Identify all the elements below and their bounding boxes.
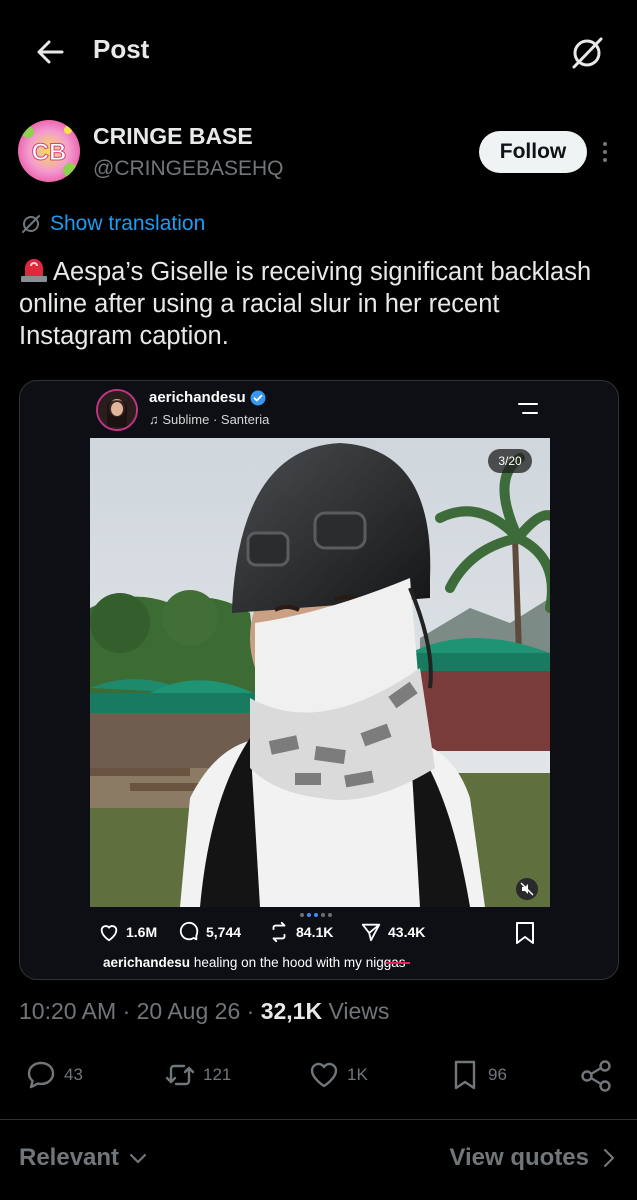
relevant-label: Relevant: [19, 1144, 120, 1171]
chevron-right-icon: [603, 1148, 615, 1168]
ig-likes: 1.6M: [98, 921, 157, 943]
ig-reposts: 84.1K: [268, 921, 333, 943]
bookmark-icon: [454, 1060, 476, 1090]
ig-username-text: aerichandesu: [149, 389, 246, 406]
ig-shares-count: 43.4K: [388, 924, 426, 940]
share-icon[interactable]: [578, 1058, 614, 1094]
ig-photo: 3/20: [90, 438, 550, 907]
author-row: CB CRINGE BASE @CRINGEBASEHQ Follow: [0, 110, 637, 200]
ig-caption-text: healing on the hood with my: [193, 955, 362, 970]
back-arrow-icon[interactable]: [34, 36, 66, 68]
views-count[interactable]: 32,1K: [261, 998, 322, 1024]
siren-emoji-icon: [21, 259, 47, 282]
translate-icon: [22, 215, 40, 233]
ig-comments: 5,744: [178, 921, 241, 943]
post-time: 10:20 AM: [19, 998, 117, 1024]
ig-caption-user: aerichandesu: [103, 955, 191, 970]
repost-button[interactable]: 121: [163, 1058, 231, 1092]
post-meta: 10:20 AM · 20 Aug 26 · 32,1K Views: [19, 998, 390, 1024]
ig-comment-icon: [179, 921, 199, 941]
avatar-logo-text: CB: [32, 139, 67, 166]
sort-relevant-dropdown[interactable]: Relevant: [19, 1144, 147, 1172]
ig-shares: 43.4K: [360, 921, 425, 943]
reply-icon: [27, 1061, 55, 1089]
reply-count: 43: [64, 1065, 83, 1084]
ig-caption: aerichandesu healing on the hood with my…: [103, 955, 406, 970]
follow-button[interactable]: Follow: [479, 131, 587, 173]
heart-icon: [310, 1062, 338, 1088]
tweet-body: Aespa’s Giselle is receiving significant…: [19, 258, 592, 350]
chevron-down-icon: [129, 1153, 147, 1164]
ig-send-icon: [361, 923, 381, 942]
ig-caption-redacted-word: niggas: [365, 955, 406, 970]
ig-bookmark-icon: [516, 922, 534, 944]
bookmark-count: 96: [488, 1065, 507, 1084]
ig-repost-icon: [272, 921, 286, 943]
translation-label: Show translation: [50, 212, 206, 235]
engagement-bar: 43 121 1K 96: [0, 1058, 637, 1098]
ig-action-bar: 1.6M 5,744 84.1K 43.4K: [20, 921, 618, 951]
repost-count: 121: [203, 1065, 232, 1084]
ig-heart-icon: [100, 925, 118, 942]
author-name[interactable]: CRINGE BASE: [93, 123, 253, 150]
author-avatar[interactable]: CB: [18, 120, 80, 182]
like-count: 1K: [347, 1065, 368, 1084]
views-label: Views: [328, 998, 390, 1024]
reply-button[interactable]: 43: [24, 1058, 83, 1092]
ig-username: aerichandesu: [149, 389, 266, 406]
more-options-icon[interactable]: [600, 140, 610, 164]
verified-badge-icon: [250, 390, 266, 405]
ig-music-text: Sublime · Santeria: [162, 412, 270, 427]
like-button[interactable]: 1K: [307, 1058, 368, 1092]
view-quotes-link[interactable]: View quotes: [449, 1144, 615, 1172]
author-handle[interactable]: @CRINGEBASEHQ: [93, 157, 284, 181]
tweet-text: Aespa’s Giselle is receiving significant…: [19, 256, 619, 352]
show-translation-link[interactable]: Show translation: [20, 212, 205, 236]
ig-likes-count: 1.6M: [126, 924, 158, 940]
ig-reposts-count: 84.1K: [296, 924, 334, 940]
tweet-media-image[interactable]: aerichandesu ♫ Sublime · Santeria 3/20 1…: [19, 380, 619, 980]
ig-avatar: [96, 389, 138, 431]
ig-music: ♫ Sublime · Santeria: [149, 412, 270, 427]
repost-icon: [165, 1064, 195, 1086]
grok-icon[interactable]: [568, 34, 606, 72]
top-bar: Post: [0, 0, 637, 104]
ig-slide-counter: 3/20: [488, 449, 532, 473]
bookmark-button[interactable]: 96: [448, 1058, 507, 1092]
view-quotes-label: View quotes: [449, 1144, 589, 1171]
mute-icon: [516, 878, 538, 900]
divider: [0, 1119, 637, 1120]
page-title: Post: [93, 34, 150, 64]
post-date: 20 Aug 26: [136, 998, 241, 1024]
ig-menu-icon: [518, 403, 538, 414]
replies-controls: Relevant View quotes: [0, 1140, 637, 1180]
ig-comments-count: 5,744: [206, 924, 242, 940]
ig-carousel-dots: [300, 913, 332, 917]
